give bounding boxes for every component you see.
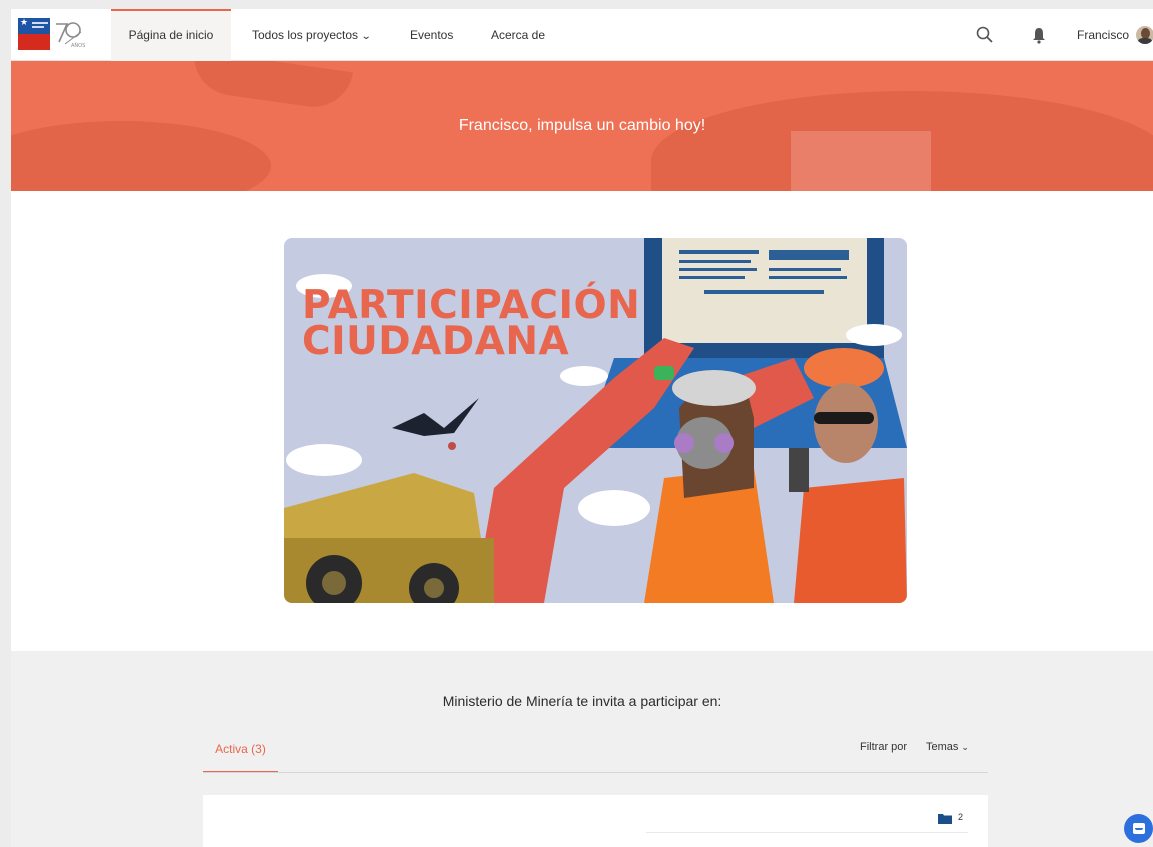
nav-home-label: Página de inicio (128, 28, 214, 42)
tabs-divider (203, 772, 988, 773)
seventy-years-logo-icon: AÑOS (56, 22, 85, 49)
nav-all-projects[interactable]: Todos los proyectos ⌄ (252, 9, 372, 61)
svg-text:AÑOS: AÑOS (71, 42, 85, 49)
logo[interactable]: ★ AÑOS (18, 18, 86, 51)
topics-filter-dropdown[interactable]: Temas ⌄ (926, 741, 969, 753)
folder-count: 2 (958, 812, 964, 822)
card-divider (646, 832, 968, 833)
topics-filter-value: Temas (926, 741, 959, 753)
chevron-down-icon: ⌄ (961, 742, 969, 752)
nav-all-projects-label: Todos los proyectos (252, 28, 359, 42)
chat-button[interactable] (1124, 814, 1153, 843)
government-flag-icon: ★ (18, 18, 50, 50)
chat-icon (1133, 823, 1145, 834)
participation-banner-image: PARTICIPACIÓN CIUDADANA (284, 238, 907, 603)
projects-section: Ministerio de Minería te invita a partic… (11, 651, 1153, 847)
filter-label: Filtrar por (860, 741, 908, 753)
nav-home[interactable]: Página de inicio (111, 9, 231, 61)
banner-title: PARTICIPACIÓN CIUDADANA (302, 286, 640, 364)
folder-icon (938, 814, 952, 824)
page-frame: ★ AÑOS Página de inicio Todos los proyec… (11, 9, 1153, 847)
hero-banner: Francisco, impulsa un cambio hoy! (11, 61, 1153, 191)
nav-about-label: Acerca de (491, 28, 546, 42)
tab-active[interactable]: Activa (3) (203, 739, 278, 773)
avatar[interactable] (1136, 26, 1153, 44)
bell-icon[interactable] (1028, 24, 1050, 46)
nav-events[interactable]: Eventos (410, 9, 453, 61)
project-card[interactable]: 2 (203, 795, 988, 847)
chevron-down-icon: ⌄ (360, 31, 372, 42)
search-icon[interactable] (974, 24, 996, 46)
top-navbar: ★ AÑOS Página de inicio Todos los proyec… (11, 9, 1153, 61)
invite-heading: Ministerio de Minería te invita a partic… (442, 693, 722, 709)
user-name[interactable]: Francisco (1077, 9, 1129, 61)
banner-title-line2: CIUDADANA (302, 319, 570, 364)
nav-events-label: Eventos (410, 28, 454, 42)
hero-title: Francisco, impulsa un cambio hoy! (458, 117, 706, 134)
nav-about[interactable]: Acerca de (491, 9, 545, 61)
